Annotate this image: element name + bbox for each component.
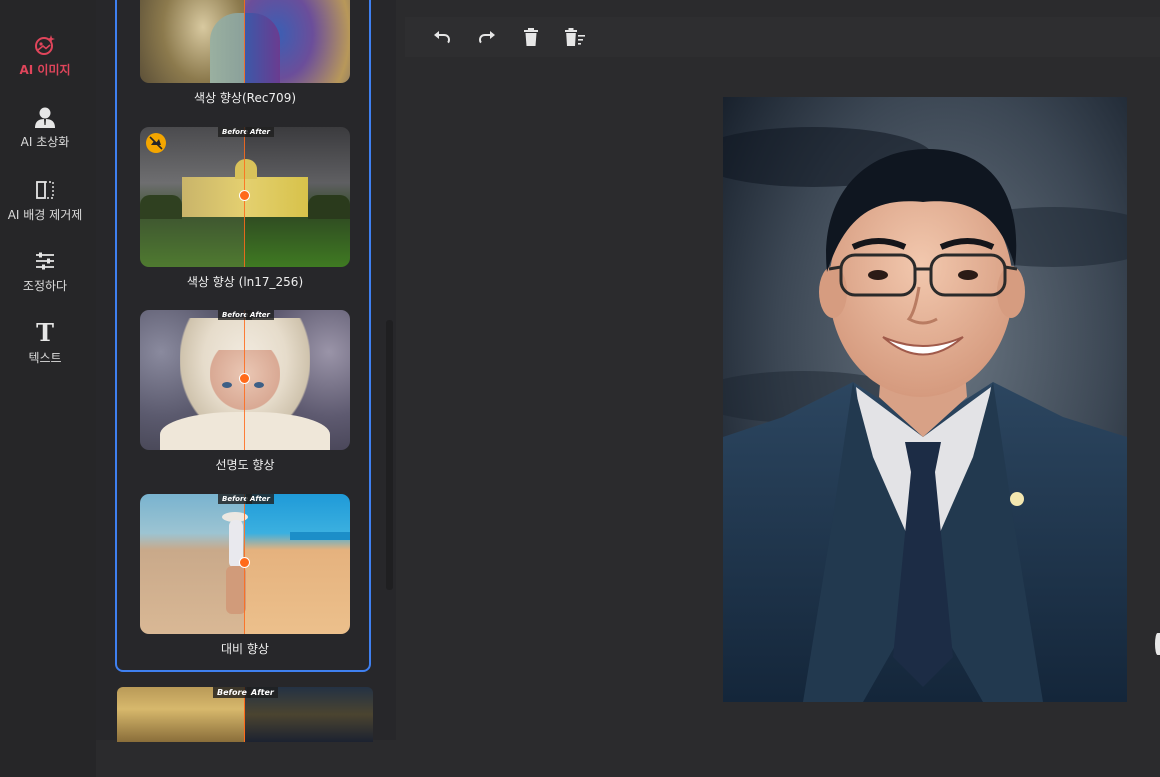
tree-shape xyxy=(140,195,182,219)
ai-image-icon xyxy=(32,32,58,58)
clear-all-button[interactable] xyxy=(563,25,587,49)
nav-ai-portrait[interactable]: AI 초상화 xyxy=(0,104,90,150)
sea-shape xyxy=(290,532,350,540)
filter-thumbnail: Before After xyxy=(140,310,350,450)
filter-label: 대비 향상 xyxy=(221,642,269,656)
compare-handle[interactable] xyxy=(239,557,250,568)
delete-icon xyxy=(524,28,538,46)
nav-adjust-label: 조정하다 xyxy=(22,279,68,293)
nav-text-label: 텍스트 xyxy=(28,351,62,365)
filter-label: 선명도 향상 xyxy=(215,458,275,472)
eye-shape xyxy=(254,382,264,388)
portrait-icon xyxy=(32,104,58,130)
edited-photo[interactable] xyxy=(723,97,1127,702)
filter-card-color-ln17[interactable]: Before After 색상 향상 (ln17_256) xyxy=(140,127,350,289)
after-tag: After xyxy=(246,127,275,137)
after-tag: After xyxy=(246,310,275,320)
after-tag: After xyxy=(247,687,278,698)
redo-button[interactable] xyxy=(475,25,499,49)
after-tag: After xyxy=(246,494,275,504)
compare-handle[interactable] xyxy=(239,190,250,201)
filter-thumbnail: Before After xyxy=(140,494,350,634)
filter-card-next[interactable]: Before After xyxy=(117,687,373,742)
nav-ai-image-label: AI 이미지 xyxy=(19,63,71,77)
sliders-icon xyxy=(32,248,58,274)
undo-icon xyxy=(434,31,451,44)
sweater-shape xyxy=(160,412,330,450)
filter-panel: 색상 향상(Rec709) Before After 색상 향상 (ln17_2… xyxy=(96,0,396,740)
nav-ai-background-remover[interactable]: AI 배경 제거제 xyxy=(0,177,90,223)
undo-button[interactable] xyxy=(430,25,454,49)
panel-scrollbar[interactable] xyxy=(386,320,393,590)
delete-button[interactable] xyxy=(519,25,543,49)
filter-card-color-rec709[interactable]: 색상 향상(Rec709) xyxy=(140,0,350,105)
filter-card-contrast[interactable]: Before After 대비 향상 xyxy=(140,494,350,656)
collapse-handle[interactable] xyxy=(1155,633,1160,655)
clear-all-icon xyxy=(565,28,585,46)
text-icon: T xyxy=(36,318,54,347)
filter-card-sharpness[interactable]: Before After 선명도 향상 xyxy=(140,310,350,472)
filter-thumbnail: Before After xyxy=(140,127,350,267)
nav-ai-portrait-label: AI 초상화 xyxy=(20,135,70,149)
tree-shape xyxy=(308,195,350,219)
compare-divider xyxy=(244,0,245,83)
portrait-photo xyxy=(723,97,1127,702)
compare-handle[interactable] xyxy=(239,373,250,384)
nav-ai-image[interactable]: AI 이미지 xyxy=(0,32,90,78)
eye-shape xyxy=(222,382,232,388)
dome-shape xyxy=(235,159,257,179)
premium-badge-icon xyxy=(146,133,166,153)
filter-label: 색상 향상 (ln17_256) xyxy=(186,275,304,289)
before-tag: Before xyxy=(213,687,251,698)
scarf-shape xyxy=(210,13,280,83)
redo-icon xyxy=(478,31,495,44)
legs-shape xyxy=(226,566,246,614)
filter-label: 색상 향상(Rec709) xyxy=(193,91,297,105)
nav-text[interactable]: T 텍스트 xyxy=(0,320,90,366)
canvas-toolbar xyxy=(405,17,1160,57)
background-remove-icon xyxy=(32,177,58,203)
filter-thumbnail xyxy=(140,0,350,83)
left-rail: AI 이미지 AI 초상화 AI 배경 제거제 조정하다 T 텍스트 xyxy=(0,0,96,777)
nav-ai-background-remover-label: AI 배경 제거제 xyxy=(7,208,83,222)
nav-adjust[interactable]: 조정하다 xyxy=(0,248,90,294)
